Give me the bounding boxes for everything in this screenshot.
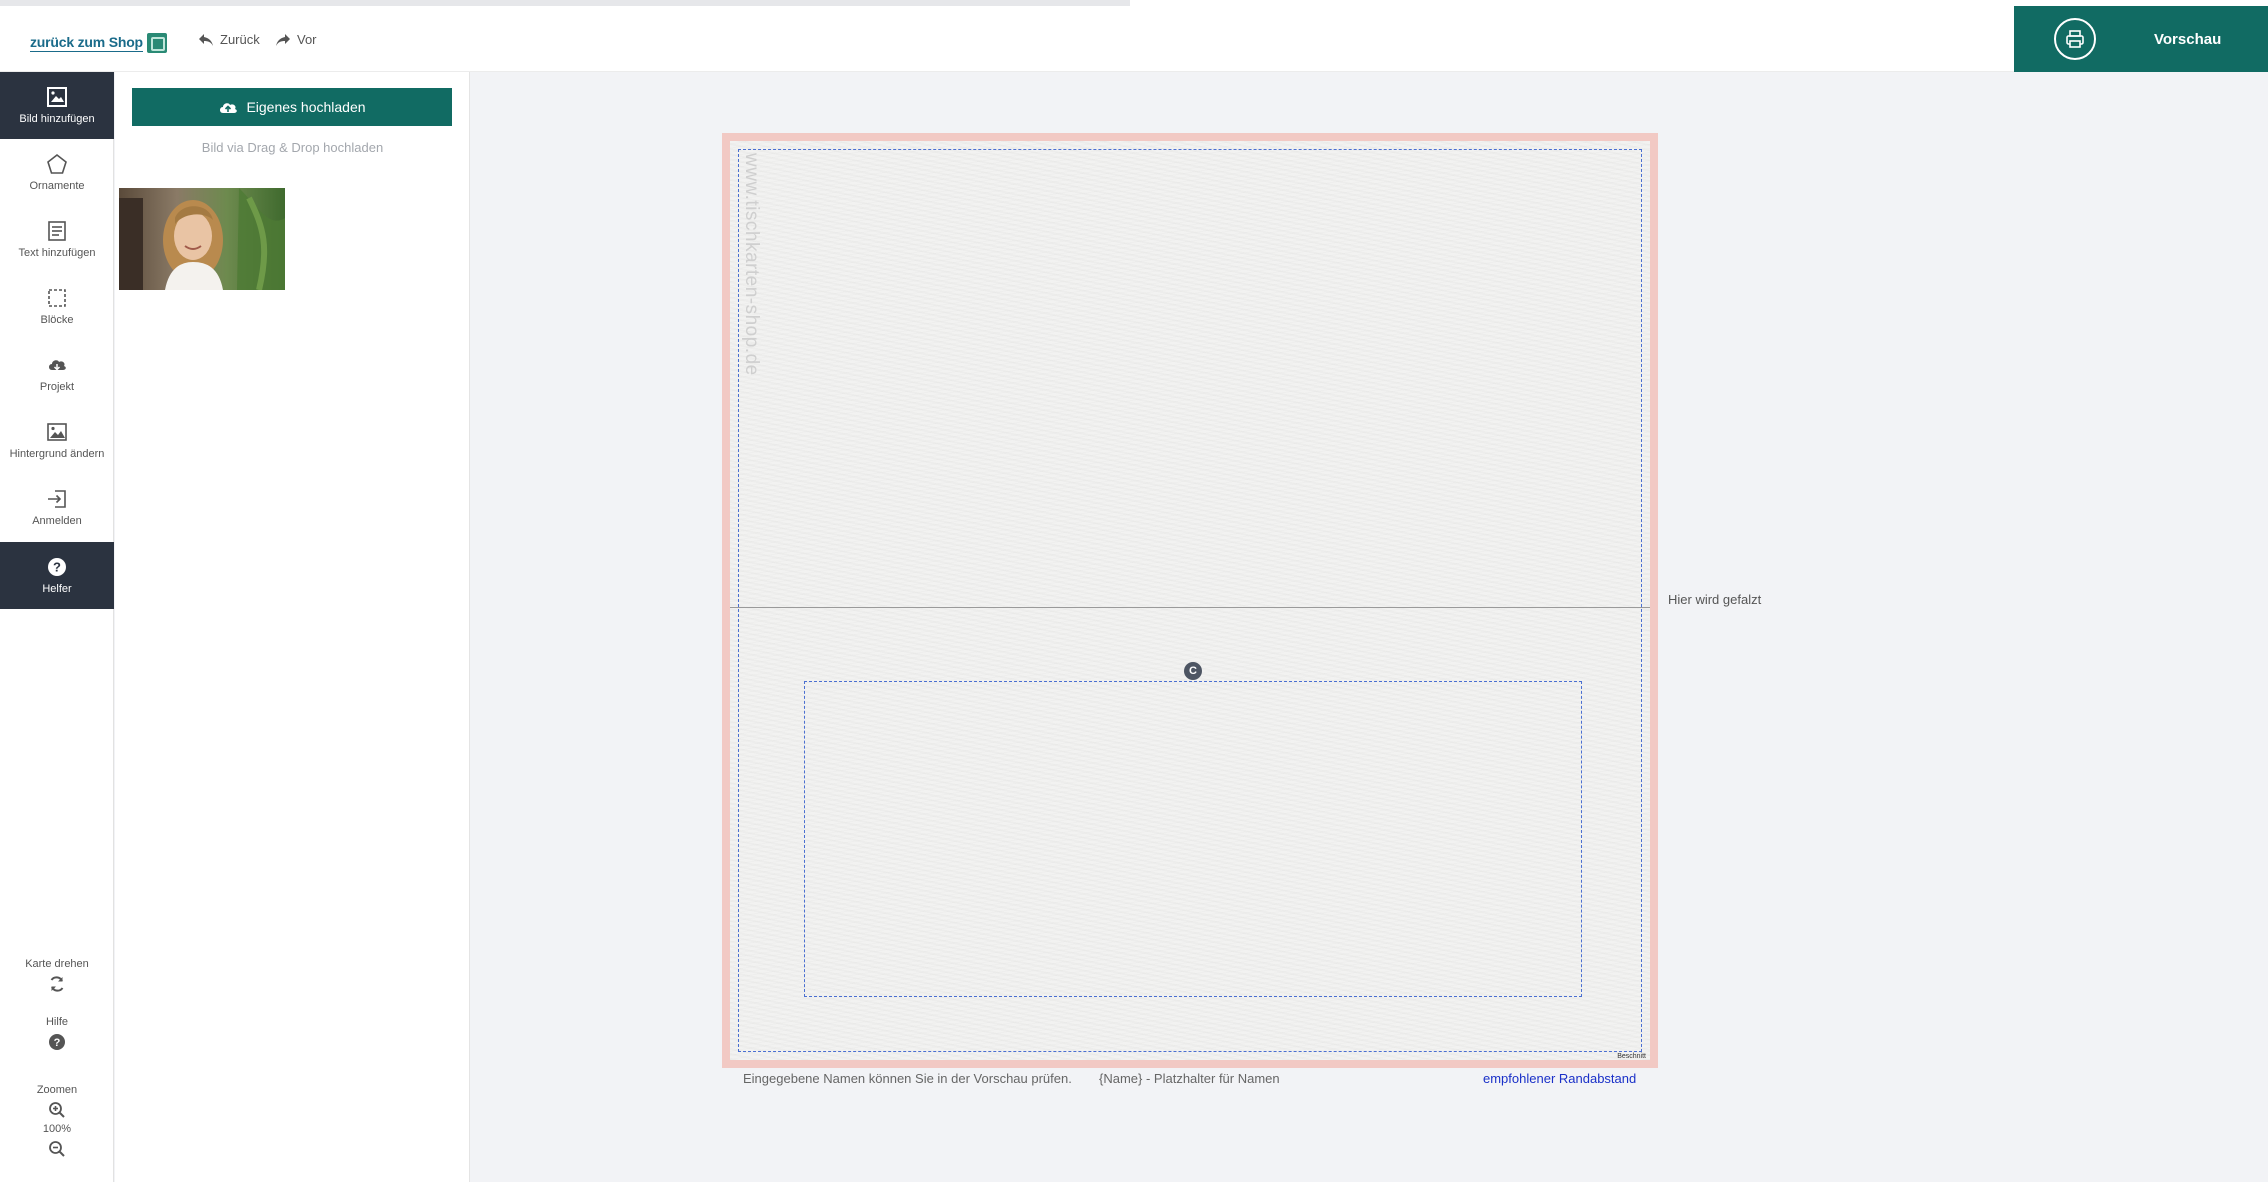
back-to-shop-logo[interactable]: zurück zum Shop bbox=[30, 28, 167, 58]
logo-mark-icon bbox=[146, 33, 167, 53]
portrait-photo-image bbox=[119, 188, 285, 290]
uploaded-image-thumbnail[interactable] bbox=[119, 188, 285, 290]
cloud-upload-icon bbox=[220, 103, 238, 113]
sidebar-item-label: Anmelden bbox=[32, 515, 82, 527]
redo-arrow-icon bbox=[276, 33, 290, 46]
printer-icon bbox=[2054, 18, 2096, 60]
fold-line bbox=[730, 607, 1650, 608]
pentagon-icon bbox=[47, 153, 67, 174]
redo-button[interactable]: Vor bbox=[275, 32, 317, 47]
logo-text: zurück zum Shop bbox=[30, 34, 143, 52]
upload-own-button[interactable]: Eigenes hochladen bbox=[132, 88, 452, 126]
sidebar-item-label: Helfer bbox=[42, 583, 72, 595]
sidebar-item-label: Ornamente bbox=[29, 180, 85, 192]
preview-button[interactable]: Vorschau bbox=[2014, 6, 2268, 72]
name-placeholder-box[interactable] bbox=[804, 681, 1582, 997]
sidebar-item-label: Bild hinzufügen bbox=[19, 113, 95, 125]
undo-button[interactable]: Zurück bbox=[198, 32, 260, 47]
zoom-out-icon[interactable] bbox=[48, 1140, 66, 1158]
placeholder-note: {Name} - Platzhalter für Namen bbox=[1099, 1071, 1280, 1086]
sidebar-item-helper[interactable]: ? Helfer bbox=[0, 542, 114, 609]
tool-sidebar: Bild hinzufügen Ornamente Text hinzufüge… bbox=[0, 72, 114, 1182]
sidebar-item-add-text[interactable]: Text hinzufügen bbox=[0, 206, 114, 273]
recommended-margin-link[interactable]: empfohlener Randabstand bbox=[1483, 1071, 1636, 1086]
undo-arrow-icon bbox=[199, 33, 213, 46]
bleed-label: Beschnitt bbox=[1617, 1053, 1646, 1060]
undo-label: Zurück bbox=[220, 32, 260, 47]
help-label: Hilfe bbox=[45, 1016, 68, 1028]
header: zurück zum Shop Zurück Vor Vorschau bbox=[0, 6, 2268, 72]
picture-icon bbox=[47, 423, 67, 441]
zoom-label: Zoomen bbox=[36, 1084, 78, 1096]
sidebar-item-label: Blöcke bbox=[40, 314, 74, 326]
svg-text:?: ? bbox=[53, 560, 61, 575]
dashed-square-icon bbox=[48, 289, 66, 307]
image-panel: Eigenes hochladen Bild via Drag & Drop h… bbox=[115, 72, 470, 1182]
svg-text:?: ? bbox=[54, 1037, 61, 1049]
upload-own-label: Eigenes hochladen bbox=[246, 99, 366, 115]
image-add-icon bbox=[47, 87, 67, 107]
center-handle[interactable]: C bbox=[1184, 662, 1202, 680]
redo-label: Vor bbox=[297, 32, 317, 47]
cloud-download-icon bbox=[49, 360, 66, 371]
drag-drop-hint: Bild via Drag & Drop hochladen bbox=[201, 140, 384, 155]
sidebar-item-login[interactable]: Anmelden bbox=[0, 474, 114, 541]
rotate-icon[interactable] bbox=[48, 975, 66, 993]
login-icon bbox=[48, 490, 66, 508]
rotate-card-tool: Karte drehen bbox=[0, 958, 114, 993]
zoom-value: 100% bbox=[42, 1123, 72, 1135]
sidebar-item-label: Text hinzufügen bbox=[18, 247, 96, 259]
text-lines-icon bbox=[48, 221, 66, 241]
preview-note: Eingegebene Namen können Sie in der Vors… bbox=[743, 1071, 1072, 1086]
sidebar-item-label: Projekt bbox=[39, 381, 75, 393]
zoom-in-icon[interactable] bbox=[48, 1101, 66, 1119]
help-circle-icon[interactable]: ? bbox=[48, 1033, 66, 1051]
fold-label: Hier wird gefalzt bbox=[1668, 592, 1762, 607]
watermark-text: www.tischkarten-shop.de bbox=[741, 153, 762, 376]
help-tool: Hilfe ? bbox=[0, 1016, 114, 1051]
sidebar-item-blocks[interactable]: Blöcke bbox=[0, 273, 114, 340]
preview-label: Vorschau bbox=[2154, 30, 2222, 48]
card-canvas[interactable]: www.tischkarten-shop.de C Beschnitt bbox=[722, 133, 1658, 1068]
question-circle-icon: ? bbox=[48, 558, 66, 576]
sidebar-item-change-background[interactable]: Hintergrund ändern bbox=[0, 407, 114, 474]
sidebar-item-project[interactable]: Projekt bbox=[0, 340, 114, 407]
rotate-card-label: Karte drehen bbox=[25, 958, 89, 970]
sidebar-item-add-image[interactable]: Bild hinzufügen bbox=[0, 72, 114, 139]
sidebar-item-ornaments[interactable]: Ornamente bbox=[0, 139, 114, 206]
zoom-tool: Zoomen 100% bbox=[0, 1084, 114, 1158]
sidebar-item-label: Hintergrund ändern bbox=[9, 448, 105, 460]
